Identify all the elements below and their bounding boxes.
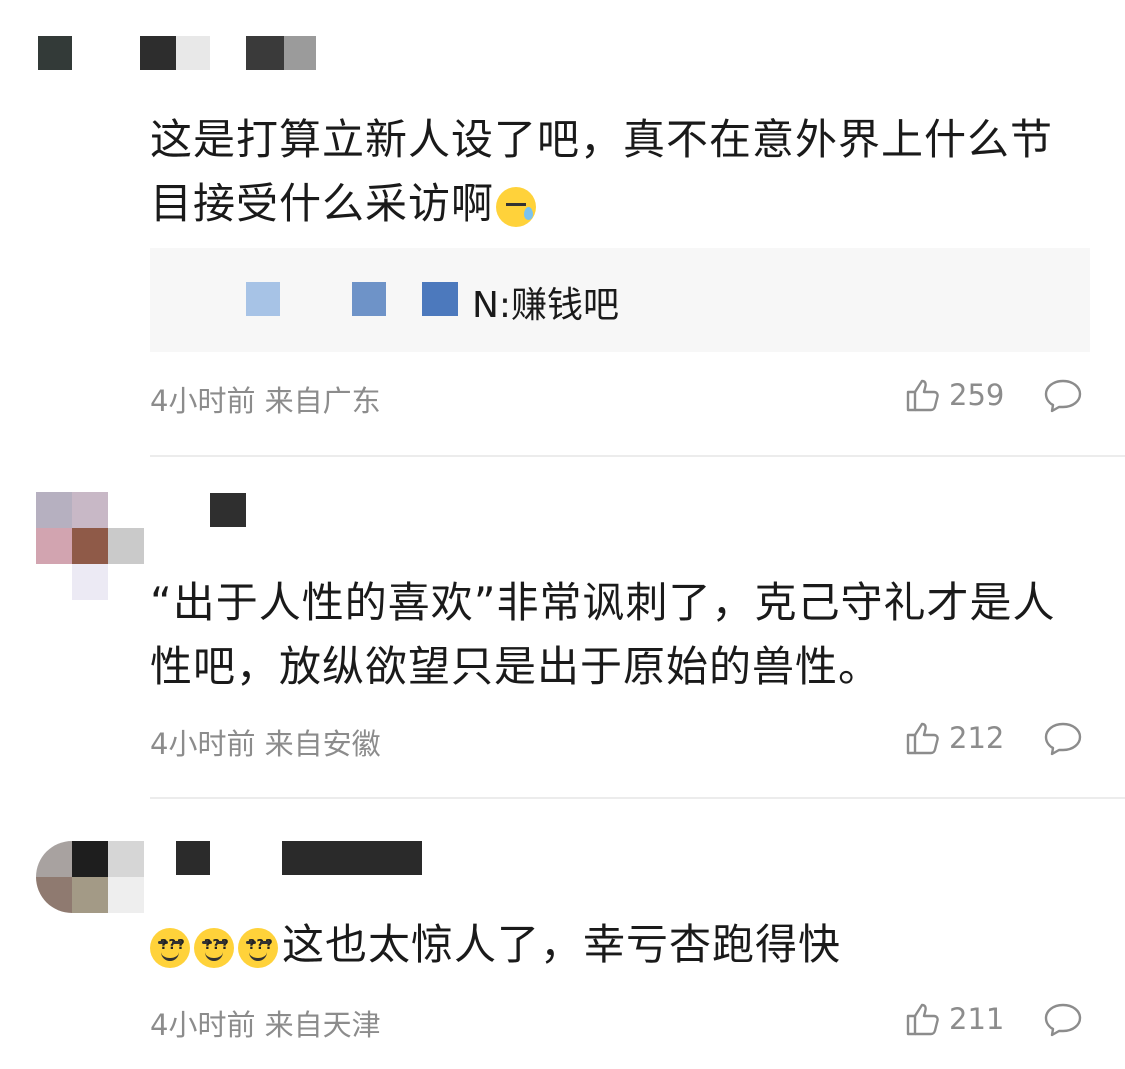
comment-text: 这是打算立新人设了吧，真不在意外界上什么节目接受什么采访啊 (150, 115, 1054, 228)
comment-1: 这是打算立新人设了吧，真不在意外界上什么节目接受什么采访啊 N:赚钱吧 4小时前… (0, 0, 1125, 455)
dizzy-emoji-icon: ??? (238, 927, 278, 968)
comment-meta: 4小时前 来自安徽 (150, 721, 381, 763)
like-count: 211 (949, 1002, 1005, 1036)
comment-2: “出于人性的喜欢”非常讽刺了，克己守礼才是人性吧，放纵欲望只是出于原始的兽性。 … (0, 457, 1125, 797)
comment-text: “出于人性的喜欢”非常讽刺了，克己守礼才是人性吧，放纵欲望只是出于原始的兽性。 (150, 578, 1056, 691)
quoted-reply[interactable]: N:赚钱吧 (150, 248, 1090, 352)
comment-meta: 4小时前 来自天津 (150, 1002, 381, 1044)
dizzy-emoji-icon: ??? (150, 927, 190, 968)
username-pixelated[interactable] (210, 493, 246, 527)
like-count: 259 (949, 378, 1005, 412)
reply-button[interactable] (1043, 1002, 1083, 1038)
reply-button[interactable] (1043, 721, 1083, 757)
comment-3: ????????? 这也太惊人了，幸亏杏跑得快 4小时前 来自天津 211 (0, 799, 1125, 1069)
comment-meta: 4小时前 来自广东 (150, 378, 381, 420)
timestamp: 4小时前 (150, 384, 256, 418)
thumbs-up-icon (906, 722, 939, 755)
avatar-pixelated[interactable] (36, 841, 144, 913)
like-button[interactable]: 211 (905, 1001, 1004, 1037)
avatar-pixelated[interactable] (38, 36, 72, 70)
like-button[interactable]: 212 (905, 720, 1004, 756)
location: 来自天津 (264, 1008, 381, 1042)
sweat-emoji-icon (496, 186, 537, 227)
thumbs-up-icon (906, 379, 939, 412)
like-button[interactable]: 259 (905, 377, 1004, 413)
quoted-reply-text: N:赚钱吧 (472, 285, 620, 326)
timestamp: 4小时前 (150, 1008, 256, 1042)
comment-text: ????????? 这也太惊人了，幸亏杏跑得快 (150, 913, 1090, 977)
timestamp: 4小时前 (150, 727, 256, 761)
location: 来自安徽 (264, 727, 381, 761)
dizzy-emoji-icon: ??? (194, 927, 234, 968)
reply-button[interactable] (1043, 378, 1083, 414)
location: 来自广东 (264, 384, 381, 418)
like-count: 212 (949, 721, 1005, 755)
avatar-pixelated[interactable] (36, 492, 144, 604)
thumbs-up-icon (906, 1003, 939, 1036)
